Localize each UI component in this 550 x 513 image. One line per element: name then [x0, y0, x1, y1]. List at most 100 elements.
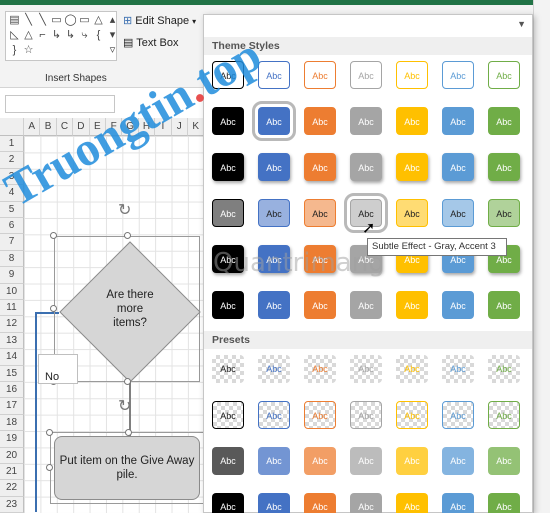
preset-style-swatch[interactable]: Abc: [396, 493, 428, 513]
theme-style-swatch[interactable]: Abc: [488, 153, 520, 181]
resize-handle[interactable]: [50, 305, 57, 312]
shapes-gallery[interactable]: ▤ ╲ ╲ ▭ ◯ ▭ △ ◺ △ ⌐ ↳ ↳ ⤷ { } ☆ ▴ ▾ ▿: [5, 11, 117, 61]
preset-style-swatch[interactable]: Abc: [212, 447, 244, 475]
preset-style-swatch[interactable]: Abc: [396, 447, 428, 475]
preset-style-swatch[interactable]: Abc: [258, 493, 290, 513]
star-shape-icon[interactable]: ☆: [22, 44, 35, 57]
brace-shape-icon[interactable]: }: [8, 44, 21, 57]
theme-style-swatch[interactable]: Abc: [488, 61, 520, 89]
row-header[interactable]: 23: [0, 496, 24, 513]
chevron-down-icon[interactable]: ▼: [517, 19, 526, 29]
rotate-handle-icon[interactable]: ↻: [118, 396, 131, 416]
theme-style-swatch[interactable]: Abc: [442, 61, 474, 89]
line-shape-icon[interactable]: ╲: [36, 14, 49, 27]
arrow-connector-icon[interactable]: ↳: [64, 29, 77, 42]
decision-shape[interactable]: Are there more items?: [59, 241, 201, 383]
preset-style-swatch[interactable]: Abc: [488, 493, 520, 513]
row-header[interactable]: 11: [0, 300, 24, 317]
theme-style-swatch[interactable]: Abc: [304, 153, 336, 181]
theme-style-swatch[interactable]: Abc: [212, 153, 244, 181]
row-header[interactable]: 16: [0, 382, 24, 399]
theme-style-swatch[interactable]: Abc: [212, 107, 244, 135]
resize-handle[interactable]: [46, 429, 53, 436]
theme-style-swatch[interactable]: Abc: [396, 107, 428, 135]
theme-style-swatch[interactable]: Abc: [350, 61, 382, 89]
preset-style-swatch[interactable]: Abc: [488, 447, 520, 475]
preset-style-swatch[interactable]: Abc: [442, 447, 474, 475]
theme-style-swatch[interactable]: Abc: [442, 107, 474, 135]
row-header[interactable]: 15: [0, 365, 24, 382]
preset-style-swatch[interactable]: Abc: [350, 447, 382, 475]
row-header[interactable]: 20: [0, 447, 24, 464]
triangle-shape-icon[interactable]: ◺: [8, 29, 21, 42]
preset-style-swatch[interactable]: Abc: [350, 401, 382, 429]
row-header[interactable]: 22: [0, 480, 24, 497]
theme-style-swatch[interactable]: Abc: [350, 107, 382, 135]
preset-style-swatch[interactable]: Abc: [304, 401, 336, 429]
preset-style-swatch[interactable]: Abc: [258, 401, 290, 429]
flow-connector-line[interactable]: [35, 312, 37, 512]
no-label-box[interactable]: No: [38, 354, 78, 384]
row-header[interactable]: 14: [0, 349, 24, 366]
row-header[interactable]: 17: [0, 398, 24, 415]
arrow-connector-icon[interactable]: ↳: [50, 29, 63, 42]
theme-style-swatch[interactable]: Abc: [396, 199, 428, 227]
theme-style-swatch[interactable]: Abc: [252, 101, 296, 141]
triangle-shape-icon[interactable]: △: [22, 29, 35, 42]
preset-style-swatch[interactable]: Abc: [212, 355, 244, 383]
row-header[interactable]: 7: [0, 234, 24, 251]
preset-style-swatch[interactable]: Abc: [442, 355, 474, 383]
row-header[interactable]: 6: [0, 218, 24, 235]
preset-style-swatch[interactable]: Abc: [396, 355, 428, 383]
row-header[interactable]: 13: [0, 332, 24, 350]
line-shape-icon[interactable]: ╲: [22, 14, 35, 27]
theme-style-swatch[interactable]: Abc: [488, 291, 520, 319]
oval-shape-icon[interactable]: ◯: [64, 14, 77, 27]
bracket-shape-icon[interactable]: {: [92, 29, 105, 42]
preset-style-swatch[interactable]: Abc: [350, 355, 382, 383]
row-header[interactable]: 12: [0, 316, 24, 333]
preset-style-swatch[interactable]: Abc: [350, 493, 382, 513]
triangle-shape-icon[interactable]: △: [92, 14, 105, 27]
elbow-connector-icon[interactable]: ⌐: [36, 29, 49, 42]
theme-style-swatch[interactable]: Abc: [442, 153, 474, 181]
more-shapes-icon[interactable]: ▿: [106, 44, 119, 57]
rotate-handle-icon[interactable]: ↻: [118, 200, 131, 220]
row-header[interactable]: 10: [0, 283, 24, 300]
preset-style-swatch[interactable]: Abc: [212, 493, 244, 513]
row-header[interactable]: 1: [0, 136, 24, 153]
preset-style-swatch[interactable]: Abc: [304, 493, 336, 513]
edit-shape-button[interactable]: ⊞ Edit Shape ▾: [123, 14, 196, 27]
select-all-corner[interactable]: [0, 118, 24, 136]
resize-handle[interactable]: [124, 378, 131, 385]
preset-style-swatch[interactable]: Abc: [442, 401, 474, 429]
preset-style-swatch[interactable]: Abc: [304, 355, 336, 383]
scroll-down-icon[interactable]: ▾: [106, 29, 119, 42]
process-shape[interactable]: Put item on the Give Away pile.: [54, 436, 200, 500]
theme-style-swatch[interactable]: Abc: [488, 199, 520, 227]
preset-style-swatch[interactable]: Abc: [212, 401, 244, 429]
curve-connector-icon[interactable]: ⤷: [78, 29, 91, 42]
preset-style-swatch[interactable]: Abc: [488, 401, 520, 429]
rectangle-shape-icon[interactable]: ▭: [50, 14, 63, 27]
theme-style-swatch[interactable]: Abc: [304, 107, 336, 135]
theme-style-swatch[interactable]: Abc: [212, 291, 244, 319]
preset-style-swatch[interactable]: Abc: [304, 447, 336, 475]
preset-style-swatch[interactable]: Abc: [258, 447, 290, 475]
row-header[interactable]: 18: [0, 414, 24, 432]
theme-style-swatch[interactable]: Abc: [212, 199, 244, 227]
preset-style-swatch[interactable]: Abc: [442, 493, 474, 513]
resize-handle[interactable]: [124, 232, 131, 239]
theme-style-swatch[interactable]: Abc: [396, 153, 428, 181]
theme-style-swatch[interactable]: Abc: [396, 61, 428, 89]
theme-style-swatch[interactable]: Abc: [350, 291, 382, 319]
preset-style-swatch[interactable]: Abc: [396, 401, 428, 429]
theme-style-swatch[interactable]: Abc: [304, 199, 336, 227]
theme-style-swatch[interactable]: Abc: [488, 107, 520, 135]
row-header[interactable]: 8: [0, 250, 24, 268]
resize-handle[interactable]: [125, 429, 132, 436]
row-header[interactable]: 9: [0, 267, 24, 284]
theme-style-swatch[interactable]: Abc: [258, 199, 290, 227]
theme-style-swatch[interactable]: Abc: [442, 199, 474, 227]
theme-style-swatch[interactable]: Abc: [304, 291, 336, 319]
